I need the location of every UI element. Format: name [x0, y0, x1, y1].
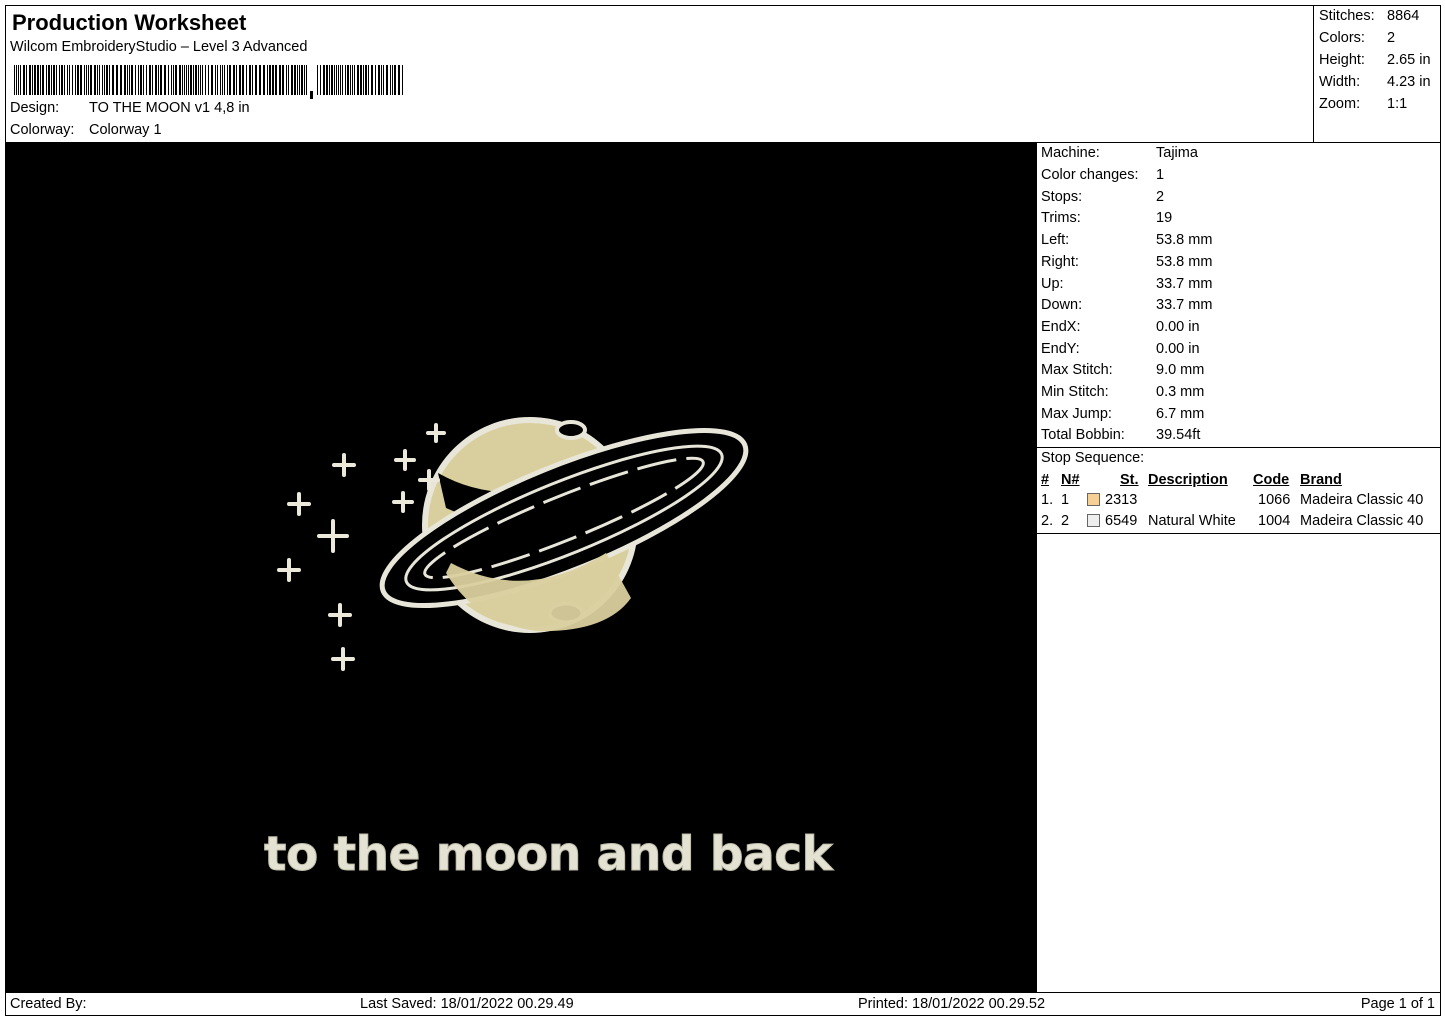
design-value: TO THE MOON v1 4,8 in — [89, 100, 250, 116]
col-header-st: St. — [1120, 472, 1139, 488]
width-label: Width: — [1319, 74, 1361, 90]
left-row: Left: 53.8 mm — [1041, 232, 1212, 248]
width-row: Width: 4.23 in — [1319, 74, 1431, 90]
endy-value: 0.00 in — [1156, 341, 1200, 357]
color-changes-value: 1 — [1156, 167, 1165, 183]
last-saved: Last Saved: 18/01/2022 00.29.49 — [360, 996, 574, 1012]
row-brand: Madeira Classic 40 — [1300, 492, 1424, 508]
row-num: 1. — [1041, 492, 1054, 508]
endx-label: EndX: — [1041, 319, 1081, 335]
down-label: Down: — [1041, 297, 1083, 313]
down-row: Down: 33.7 mm — [1041, 297, 1212, 313]
color-swatch — [1087, 493, 1100, 506]
colorway-value: Colorway 1 — [89, 122, 162, 138]
zoom-value: 1:1 — [1387, 96, 1408, 112]
row-n: 1 — [1061, 492, 1070, 508]
design-row: Design: TO THE MOON v1 4,8 in — [10, 100, 250, 116]
row-description: Natural White — [1148, 513, 1236, 529]
height-label: Height: — [1319, 52, 1365, 68]
stops-value: 2 — [1156, 189, 1165, 205]
worksheet-footer: Created By: Last Saved: 18/01/2022 00.29… — [5, 992, 1441, 1016]
col-header-code: Code — [1253, 472, 1290, 488]
machine-value: Tajima — [1156, 145, 1198, 161]
up-row: Up: 33.7 mm — [1041, 276, 1212, 292]
max-stitch-row: Max Stitch: 9.0 mm — [1041, 362, 1204, 378]
col-header-description: Description — [1148, 472, 1228, 488]
design-label: Design: — [10, 100, 60, 116]
trims-row: Trims: 19 — [1041, 210, 1172, 226]
barcode-image — [14, 65, 403, 99]
zoom-label: Zoom: — [1319, 96, 1361, 112]
page-number: Page 1 of 1 — [1360, 996, 1435, 1012]
design-preview: to the moon and back — [5, 142, 1037, 993]
min-stitch-value: 0.3 mm — [1156, 384, 1205, 400]
color-swatch — [1087, 514, 1100, 527]
row-st: 2313 — [1105, 492, 1138, 508]
left-value: 53.8 mm — [1156, 232, 1213, 248]
zoom-row: Zoom: 1:1 — [1319, 96, 1407, 112]
created-by: Created By: — [10, 996, 87, 1012]
machine-label: Machine: — [1041, 145, 1100, 161]
design-stats: Stitches: 8864 Colors: 2 Height: 2.65 in Wi… — [1313, 5, 1441, 143]
row-code: 1004 — [1258, 513, 1291, 529]
max-jump-row: Max Jump: 6.7 mm — [1041, 406, 1204, 422]
colors-value: 2 — [1387, 30, 1396, 46]
colorway-row: Colorway: Colorway 1 — [10, 122, 162, 138]
max-stitch-value: 9.0 mm — [1156, 362, 1205, 378]
row-st: 6549 — [1105, 513, 1138, 529]
min-stitch-label: Min Stitch: — [1041, 384, 1109, 400]
up-value: 33.7 mm — [1156, 276, 1213, 292]
endx-value: 0.00 in — [1156, 319, 1200, 335]
stop-sequence-table: Stop Sequence: # N# St. Description Code… — [1036, 447, 1441, 534]
stops-row: Stops: 2 — [1041, 189, 1164, 205]
row-num: 2. — [1041, 513, 1054, 529]
max-stitch-label: Max Stitch: — [1041, 362, 1113, 378]
empty-panel — [1036, 533, 1441, 993]
stitches-value: 8864 — [1387, 8, 1420, 24]
height-value: 2.65 in — [1387, 52, 1431, 68]
printed-date: Printed: 18/01/2022 00.29.52 — [858, 996, 1046, 1012]
colors-label: Colors: — [1319, 30, 1365, 46]
stitches-label: Stitches: — [1319, 8, 1375, 24]
right-row: Right: 53.8 mm — [1041, 254, 1212, 270]
color-changes-label: Color changes: — [1041, 167, 1139, 183]
col-header-n: N# — [1061, 472, 1080, 488]
trims-value: 19 — [1156, 210, 1173, 226]
trims-label: Trims: — [1041, 210, 1081, 226]
right-label: Right: — [1041, 254, 1079, 270]
stop-sequence-title: Stop Sequence: — [1041, 450, 1145, 466]
endy-label: EndY: — [1041, 341, 1080, 357]
total-bobbin-row: Total Bobbin: 39.54ft — [1041, 427, 1200, 443]
row-code: 1066 — [1258, 492, 1291, 508]
total-bobbin-value: 39.54ft — [1156, 427, 1201, 443]
row-n: 2 — [1061, 513, 1070, 529]
endy-row: EndY: 0.00 in — [1041, 341, 1200, 357]
total-bobbin-label: Total Bobbin: — [1041, 427, 1125, 443]
stitches-row: Stitches: 8864 — [1319, 8, 1419, 24]
left-label: Left: — [1041, 232, 1070, 248]
worksheet-header: Production Worksheet Wilcom EmbroiderySt… — [5, 5, 1314, 143]
page-title: Production Worksheet — [12, 10, 247, 35]
down-value: 33.7 mm — [1156, 297, 1213, 313]
max-jump-value: 6.7 mm — [1156, 406, 1205, 422]
color-changes-row: Color changes: 1 — [1041, 167, 1164, 183]
row-brand: Madeira Classic 40 — [1300, 513, 1424, 529]
col-header-brand: Brand — [1300, 472, 1342, 488]
right-value: 53.8 mm — [1156, 254, 1213, 270]
colorway-label: Colorway: — [10, 122, 75, 138]
endx-row: EndX: 0.00 in — [1041, 319, 1200, 335]
stops-label: Stops: — [1041, 189, 1083, 205]
software-subtitle: Wilcom EmbroideryStudio – Level 3 Advanc… — [10, 39, 308, 55]
max-jump-label: Max Jump: — [1041, 406, 1112, 422]
height-row: Height: 2.65 in — [1319, 52, 1431, 68]
width-value: 4.23 in — [1387, 74, 1431, 90]
up-label: Up: — [1041, 276, 1064, 292]
machine-info: Machine: Tajima Color changes: 1 Stops: 2 T… — [1036, 142, 1441, 448]
colors-row: Colors: 2 — [1319, 30, 1395, 46]
min-stitch-row: Min Stitch: 0.3 mm — [1041, 384, 1204, 400]
design-text-to-the-moon: to the moon and back — [263, 827, 833, 883]
machine-row: Machine: Tajima — [1041, 145, 1198, 161]
col-header-num: # — [1041, 472, 1050, 488]
